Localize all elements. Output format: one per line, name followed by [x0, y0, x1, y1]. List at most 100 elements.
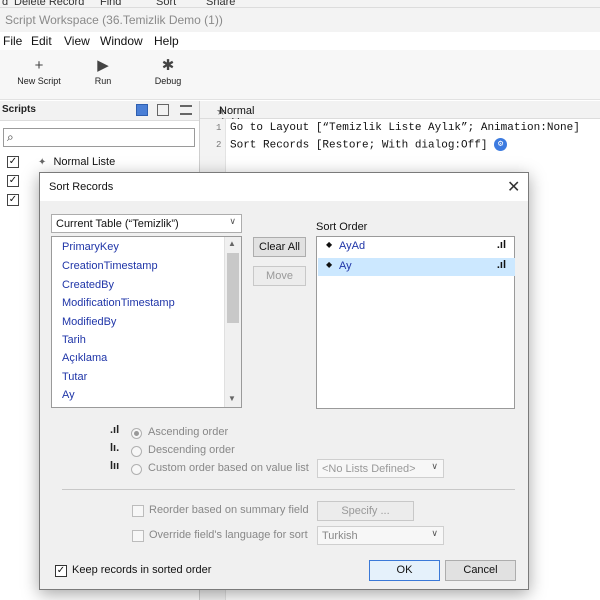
chevron-down-icon: ∨	[431, 461, 438, 471]
ascending-order-icon: .ıl	[110, 424, 120, 436]
sort-handle-icon: ◆	[326, 240, 333, 249]
code-line[interactable]: 2 Sort Records [Restore; With dialog:Off]…	[216, 138, 508, 152]
field-list-item[interactable]: Tarih	[62, 334, 86, 346]
new-script-doc-icon[interactable]	[136, 104, 148, 116]
debug-button[interactable]: ✱ Debug	[148, 56, 188, 86]
reorder-summary-checkbox[interactable]	[132, 505, 144, 517]
language-select-value: Turkish	[322, 530, 358, 542]
sort-handle-icon: ◆	[326, 260, 333, 269]
sort-field-name: Ay	[339, 260, 352, 272]
script-checkbox[interactable]: ✓	[7, 175, 19, 187]
field-list-item[interactable]: Tutar	[62, 371, 87, 383]
chevron-down-icon: ∨	[229, 216, 236, 226]
run-button[interactable]: ▶ Run	[88, 56, 118, 86]
sort-records-dialog: Sort Records ✕ Current Table (“Temizlik”…	[39, 172, 529, 590]
script-icon: ✦	[38, 157, 47, 168]
sort-order-list[interactable]: ◆ AyAd .ıl ◆ Ay .ıl	[316, 236, 515, 409]
ascending-order-radio[interactable]	[131, 428, 142, 439]
descending-order-radio[interactable]	[131, 446, 142, 457]
menu-edit[interactable]: Edit	[31, 34, 52, 48]
table-select[interactable]: Current Table (“Temizlik”) ∨	[51, 214, 242, 233]
code-text: Sort Records [Restore; With dialog:Off]	[230, 139, 488, 152]
strip-item-sort[interactable]: Sort	[156, 0, 176, 7]
code-line[interactable]: 1 Go to Layout [“Temizlik Liste Aylık”; A…	[216, 122, 580, 134]
custom-order-icon: lıı	[110, 460, 120, 472]
strip-item-find[interactable]: Find	[100, 0, 121, 7]
menu-bar: File Edit View Window Help	[0, 32, 600, 50]
chevron-down-icon: ∨	[431, 528, 438, 538]
debug-label: Debug	[154, 76, 182, 86]
toolbar: + New Script ▶ Run ✱ Debug	[0, 50, 600, 100]
strip-item: d	[2, 0, 9, 8]
sort-field-name: AyAd	[339, 240, 366, 252]
sort-order-item[interactable]: ◆ AyAd .ıl	[318, 238, 515, 256]
menu-help[interactable]: Help	[154, 34, 179, 48]
field-list-item[interactable]: Açıklama	[62, 352, 107, 364]
plus-icon: +	[34, 57, 44, 74]
new-folder-icon[interactable]	[157, 104, 169, 116]
sort-order-label: Sort Order	[316, 221, 368, 233]
custom-order-label: Custom order based on value list	[148, 462, 309, 474]
move-button[interactable]: Move	[253, 266, 306, 286]
field-list-item[interactable]: ModifiedBy	[62, 316, 116, 328]
keep-sorted-label: Keep records in sorted order	[72, 564, 212, 576]
window-titlebar: Script Workspace (36.Temizlik Demo (1))	[0, 8, 600, 32]
new-script-label: New Script	[17, 76, 61, 86]
override-language-checkbox[interactable]	[132, 530, 144, 542]
script-name: Normal Liste	[53, 156, 116, 168]
field-list-item[interactable]: CreatedBy	[62, 279, 114, 291]
field-list-item[interactable]: CreationTimestamp	[62, 260, 158, 272]
script-list-item[interactable]: ✦ Normal Liste	[38, 156, 115, 168]
descending-order-label: Descending order	[148, 444, 235, 456]
window-title: Script Workspace (36.Temizlik Demo (1))	[5, 13, 223, 27]
scrollbar-thumb[interactable]	[227, 253, 239, 323]
ascending-bars-icon: .ıl	[496, 239, 506, 251]
search-icon: ⌕	[7, 130, 14, 144]
sort-order-item[interactable]: ◆ Ay .ıl	[318, 258, 515, 276]
keep-sorted-checkbox[interactable]: ✓	[55, 565, 67, 577]
line-number: 1	[216, 123, 222, 133]
table-select-value: Current Table (“Temizlik”)	[56, 218, 179, 230]
new-script-button[interactable]: + New Script	[14, 56, 64, 86]
scroll-up-icon[interactable]: ▲	[228, 239, 236, 248]
field-list[interactable]: PrimaryKey CreationTimestamp CreatedBy M…	[51, 236, 242, 408]
list-view-icon[interactable]	[180, 105, 192, 115]
field-list-scrollbar[interactable]: ▲ ▼	[224, 237, 241, 407]
field-list-item[interactable]: PrimaryKey	[62, 241, 119, 253]
dialog-title: Sort Records	[49, 181, 114, 193]
line-number: 2	[216, 140, 222, 151]
custom-order-radio[interactable]	[131, 464, 142, 475]
specify-button[interactable]: Specify ...	[317, 501, 414, 521]
field-list-item[interactable]: ModificationTimestamp	[62, 297, 175, 309]
clear-all-button[interactable]: Clear All	[253, 237, 306, 257]
script-checkbox[interactable]: ✓	[7, 194, 19, 206]
reorder-summary-label: Reorder based on summary field	[149, 504, 309, 516]
ascending-order-label: Ascending order	[148, 426, 229, 438]
background-toolbar-strip: d Delete Record Find Sort Share	[0, 0, 600, 8]
scroll-down-icon[interactable]: ▼	[228, 394, 236, 403]
close-icon[interactable]: ✕	[507, 177, 520, 197]
editor-tab[interactable]: ★ Normal Aylık	[200, 101, 600, 129]
value-list-select[interactable]: <No Lists Defined> ∨	[317, 459, 444, 478]
run-label: Run	[94, 76, 112, 86]
descending-order-icon: lı.	[110, 442, 120, 454]
language-select[interactable]: Turkish ∨	[317, 526, 444, 545]
script-checkbox[interactable]: ✓	[7, 156, 19, 168]
divider	[62, 489, 515, 490]
ascending-bars-icon: .ıl	[496, 259, 506, 271]
menu-file[interactable]: File	[3, 34, 22, 48]
strip-item-share[interactable]: Share	[206, 0, 235, 7]
menu-window[interactable]: Window	[100, 34, 143, 48]
strip-item-delete-record[interactable]: Delete Record	[14, 0, 84, 7]
code-text: Go to Layout [“Temizlik Liste Aylık”; An…	[230, 122, 580, 134]
cancel-button[interactable]: Cancel	[445, 560, 516, 581]
menu-view[interactable]: View	[64, 34, 90, 48]
field-list-item[interactable]: Ay	[62, 389, 75, 401]
script-search-input[interactable]: ⌕	[3, 128, 195, 147]
play-icon: ▶	[97, 57, 109, 74]
override-language-label: Override field's language for sort	[149, 529, 308, 541]
value-list-select-value: <No Lists Defined>	[322, 463, 416, 475]
gear-icon[interactable]: ⚙	[494, 138, 508, 151]
scripts-panel-header: Scripts	[0, 101, 200, 121]
ok-button[interactable]: OK	[369, 560, 440, 581]
